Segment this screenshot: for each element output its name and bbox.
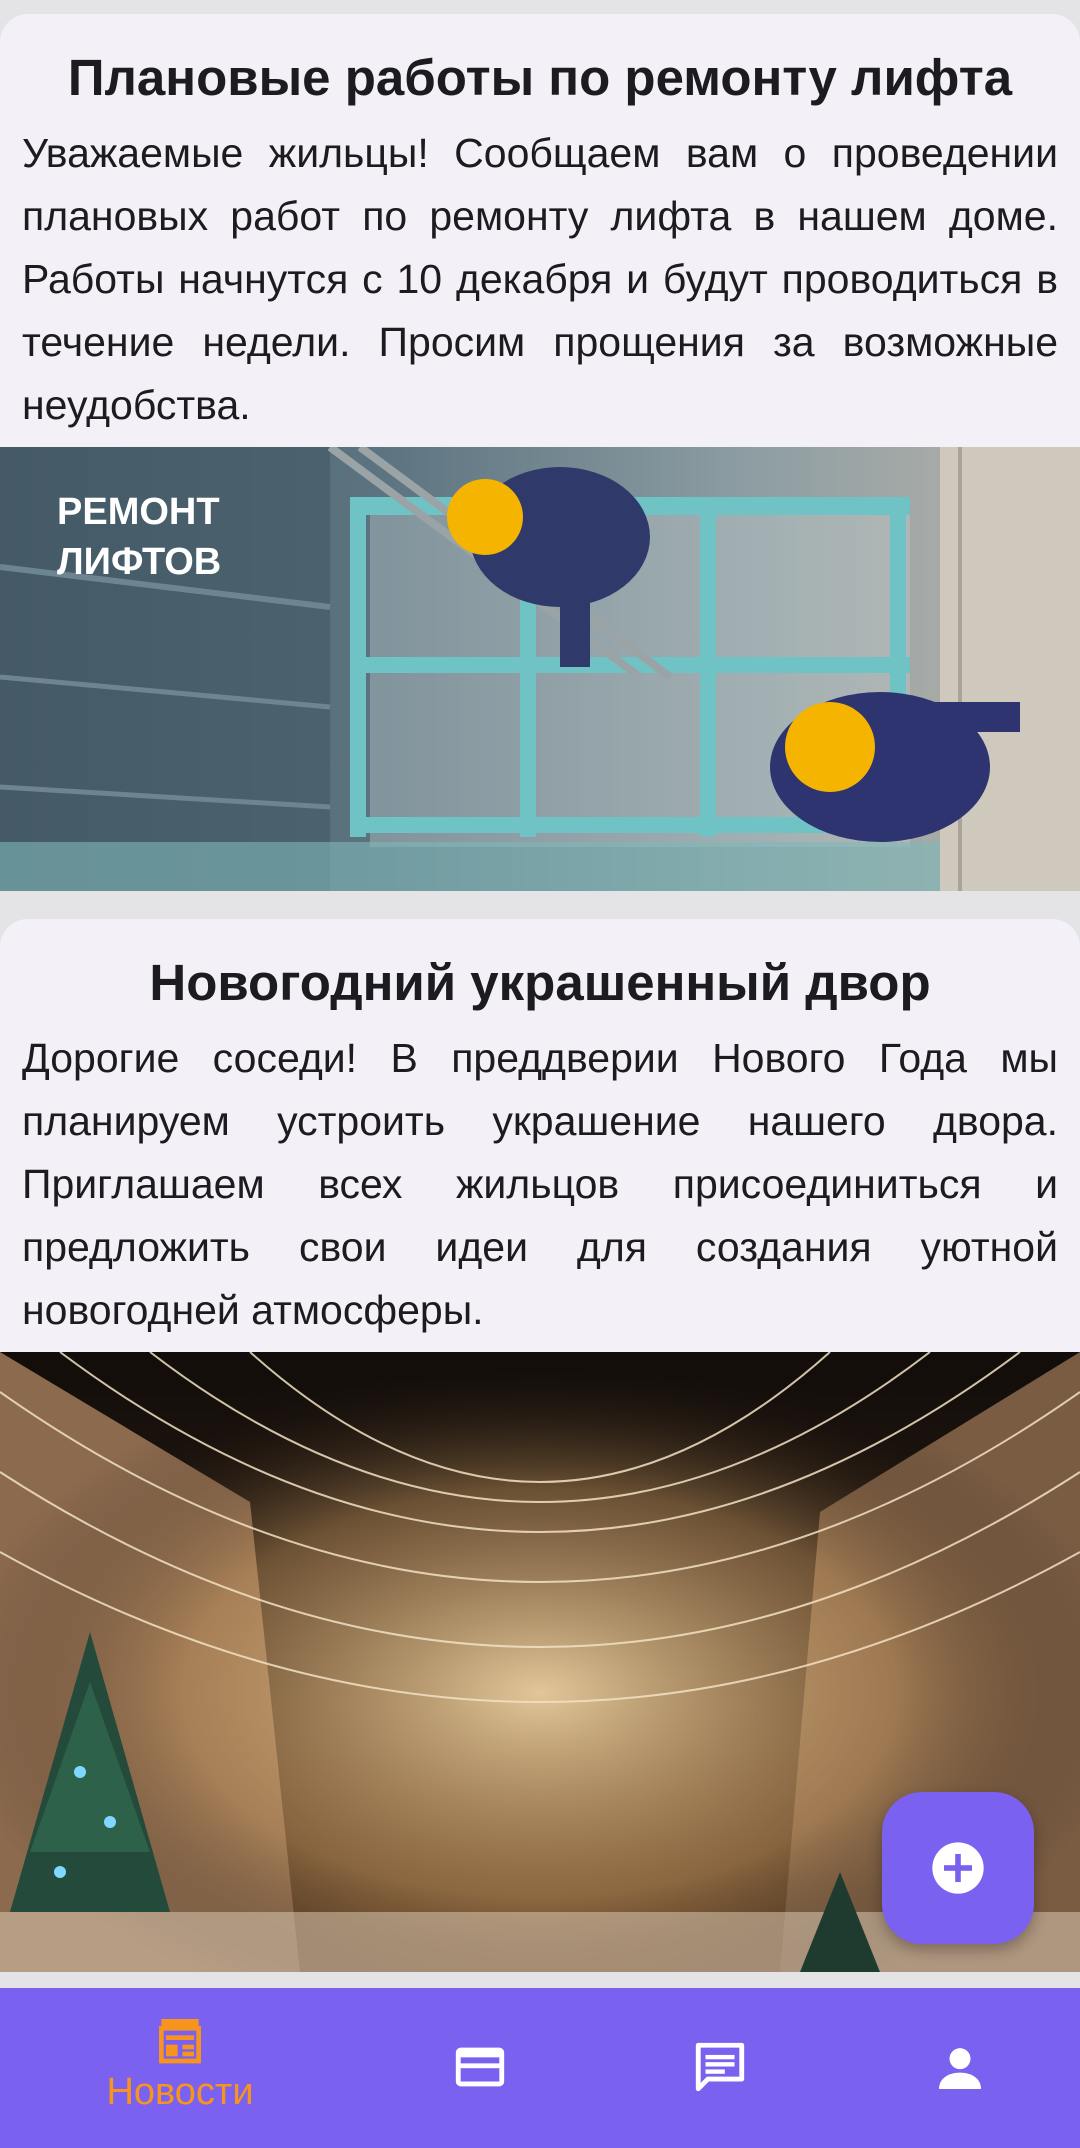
bottom-navigation: Новости — [0, 1988, 1080, 2148]
news-card-image: РЕМОНТ ЛИФТОВ — [0, 447, 1080, 891]
news-icon — [159, 2019, 201, 2064]
app-screen: Плановые работы по ремонту лифта Уважаем… — [0, 0, 1080, 2148]
chat-icon — [695, 2042, 745, 2092]
image-caption: РЕМОНТ ЛИФТОВ — [57, 491, 222, 583]
payment-card-icon — [455, 2047, 505, 2087]
news-card-body: Дорогие соседи! В преддверии Нового Года… — [22, 1035, 1058, 1333]
nav-label-news: Новости — [106, 2071, 254, 2113]
news-feed: Плановые работы по ремонту лифта Уважаем… — [0, 14, 1080, 2000]
add-circle-icon — [932, 1842, 984, 1894]
news-card-title: Плановые работы по ремонту лифта — [67, 49, 1013, 106]
nav-item-chat[interactable] — [600, 1988, 840, 2148]
profile-icon — [939, 2048, 981, 2089]
news-card-title: Новогодний украшенный двор — [149, 954, 931, 1011]
nav-item-payments[interactable] — [360, 1988, 600, 2148]
add-post-button[interactable] — [882, 1792, 1034, 1944]
news-card[interactable]: Плановые работы по ремонту лифта Уважаем… — [0, 14, 1080, 891]
nav-item-profile[interactable] — [840, 1988, 1080, 2148]
nav-item-news[interactable]: Новости — [60, 1988, 300, 2148]
news-card-body: Уважаемые жильцы! Сообщаем вам о проведе… — [22, 130, 1058, 428]
